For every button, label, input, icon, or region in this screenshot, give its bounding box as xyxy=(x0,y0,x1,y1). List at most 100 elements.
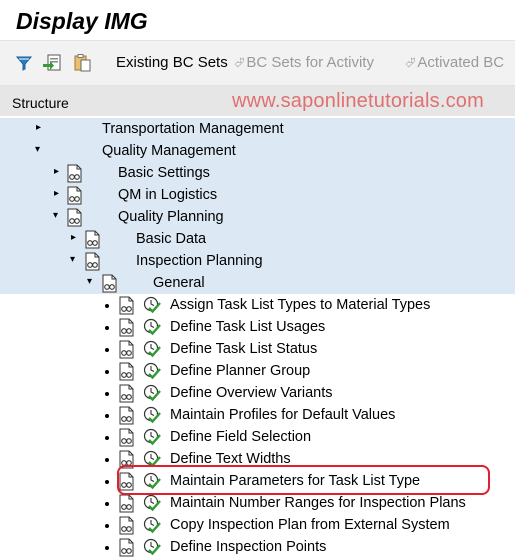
bullet-icon xyxy=(105,326,109,330)
tree-activity[interactable]: Copy Inspection Plan from External Syste… xyxy=(0,514,515,536)
tree-node-general[interactable]: ▾ General xyxy=(0,272,515,294)
img-structure-tree: ▸ Transportation Management ▾ Quality Ma… xyxy=(0,116,515,560)
bullet-icon xyxy=(105,502,109,506)
expand-arrow-icon[interactable]: ▸ xyxy=(54,188,64,200)
execute-clock-icon[interactable] xyxy=(143,516,161,534)
bullet-icon xyxy=(105,458,109,462)
img-document-icon xyxy=(101,274,119,293)
structure-header: Structure www.saponlinetutorials.com xyxy=(0,86,515,116)
tree-node-label: Quality Management xyxy=(102,143,236,159)
img-document-icon[interactable] xyxy=(118,406,136,425)
tree-node-basic-data[interactable]: ▸ Basic Data xyxy=(0,228,515,250)
tree-node-qm-in-logistics[interactable]: ▸ QM in Logistics xyxy=(0,184,515,206)
img-document-icon[interactable] xyxy=(118,516,136,535)
img-document-icon[interactable] xyxy=(118,362,136,381)
tree-node-label: Quality Planning xyxy=(118,209,224,225)
tree-activity[interactable]: Assign Task List Types to Material Types xyxy=(0,294,515,316)
execute-clock-icon[interactable] xyxy=(143,296,161,314)
tree-activity[interactable]: Define Task List Status xyxy=(0,338,515,360)
img-document-icon[interactable] xyxy=(118,538,136,557)
execute-clock-icon[interactable] xyxy=(143,406,161,424)
activated-bc-sets-button[interactable]: ⮰ Activated BC xyxy=(405,54,504,71)
bc-sets-for-activity-button[interactable]: ⮰ BC Sets for Activity xyxy=(234,54,374,71)
execute-clock-icon[interactable] xyxy=(143,362,161,380)
filter-icon[interactable] xyxy=(14,53,34,73)
img-document-icon[interactable] xyxy=(118,494,136,513)
collapse-arrow-icon[interactable]: ▾ xyxy=(87,276,97,288)
tree-activity[interactable]: Maintain Profiles for Default Values xyxy=(0,404,515,426)
tree-activity-label: Define Task List Usages xyxy=(170,319,326,335)
img-document-icon xyxy=(84,252,102,271)
tree-activity[interactable]: Define Overview Variants xyxy=(0,382,515,404)
collapse-arrow-icon[interactable]: ▾ xyxy=(53,210,63,222)
tree-activity-label: Maintain Number Ranges for Inspection Pl… xyxy=(170,495,466,511)
tree-activity-label: Define Task List Status xyxy=(170,341,318,357)
collapse-arrow-icon[interactable]: ▾ xyxy=(35,144,45,156)
highlight-annotation-box xyxy=(117,465,490,495)
tree-activity-label: Define Inspection Points xyxy=(170,539,327,555)
tree-activity-label: Define Planner Group xyxy=(170,363,311,379)
tree-activity-label: Define Overview Variants xyxy=(170,385,333,401)
img-document-icon[interactable] xyxy=(118,340,136,359)
img-document-icon[interactable] xyxy=(118,296,136,315)
execute-clock-icon[interactable] xyxy=(143,318,161,336)
tree-node-basic-settings[interactable]: ▸ Basic Settings xyxy=(0,162,515,184)
tree-activity[interactable]: Define Task List Usages xyxy=(0,316,515,338)
bullet-icon xyxy=(105,480,109,484)
clipboard-icon[interactable] xyxy=(72,53,92,73)
execute-clock-icon[interactable] xyxy=(143,494,161,512)
bc-set-icon: ⮰ xyxy=(405,55,416,70)
import-icon[interactable] xyxy=(42,53,62,73)
bullet-icon xyxy=(105,414,109,418)
tree-node-transportation-management[interactable]: ▸ Transportation Management xyxy=(0,118,515,140)
window-title: Display IMG xyxy=(16,8,148,34)
tree-node-label: Inspection Planning xyxy=(136,253,263,269)
tree-activity[interactable]: Define Field Selection xyxy=(0,426,515,448)
bullet-icon xyxy=(105,546,109,550)
execute-clock-icon[interactable] xyxy=(143,428,161,446)
img-document-icon[interactable] xyxy=(118,318,136,337)
bullet-icon xyxy=(105,348,109,352)
img-document-icon xyxy=(66,164,84,183)
tree-activity[interactable]: Define Inspection Points xyxy=(0,536,515,558)
tree-activity-label: Maintain Profiles for Default Values xyxy=(170,407,396,423)
tree-node-quality-management[interactable]: ▾ Quality Management xyxy=(0,140,515,162)
application-toolbar: Existing BC Sets ⮰ BC Sets for Activity ⮰… xyxy=(0,40,515,86)
expand-arrow-icon[interactable]: ▸ xyxy=(54,166,64,178)
bullet-icon xyxy=(105,370,109,374)
execute-clock-icon[interactable] xyxy=(143,384,161,402)
bullet-icon xyxy=(105,304,109,308)
img-document-icon xyxy=(66,186,84,205)
img-document-icon xyxy=(66,208,84,227)
tree-activity-label: Assign Task List Types to Material Types xyxy=(170,297,431,313)
execute-clock-icon[interactable] xyxy=(143,538,161,556)
tree-node-label: Transportation Management xyxy=(102,121,284,137)
collapse-arrow-icon[interactable]: ▾ xyxy=(70,254,80,266)
expand-arrow-icon[interactable]: ▸ xyxy=(36,122,46,134)
tree-node-quality-planning[interactable]: ▾ Quality Planning xyxy=(0,206,515,228)
bc-set-icon: ⮰ xyxy=(234,55,245,70)
tree-node-label: QM in Logistics xyxy=(118,187,218,203)
bullet-icon xyxy=(105,392,109,396)
tree-activity-label: Copy Inspection Plan from External Syste… xyxy=(170,517,450,533)
structure-column-label: Structure xyxy=(12,95,69,111)
tree-node-label: Basic Data xyxy=(136,231,207,247)
tree-node-label: Basic Settings xyxy=(118,165,210,181)
bullet-icon xyxy=(105,436,109,440)
bullet-icon xyxy=(105,524,109,528)
bc-sets-for-activity-label: BC Sets for Activity xyxy=(246,54,374,71)
tree-activity-label: Define Field Selection xyxy=(170,429,312,445)
activated-bc-label: Activated BC xyxy=(417,54,505,71)
tree-activity[interactable]: Maintain Number Ranges for Inspection Pl… xyxy=(0,492,515,514)
img-document-icon[interactable] xyxy=(118,384,136,403)
existing-bc-sets-button[interactable]: Existing BC Sets xyxy=(116,54,228,71)
img-document-icon xyxy=(84,230,102,249)
expand-arrow-icon[interactable]: ▸ xyxy=(71,232,81,244)
tree-activity[interactable]: Define Planner Group xyxy=(0,360,515,382)
execute-clock-icon[interactable] xyxy=(143,340,161,358)
img-document-icon[interactable] xyxy=(118,428,136,447)
title-bar: Display IMG xyxy=(0,0,515,40)
watermark-text: www.saponlinetutorials.com xyxy=(232,90,484,112)
tree-node-label: General xyxy=(153,275,205,291)
tree-node-inspection-planning[interactable]: ▾ Inspection Planning xyxy=(0,250,515,272)
